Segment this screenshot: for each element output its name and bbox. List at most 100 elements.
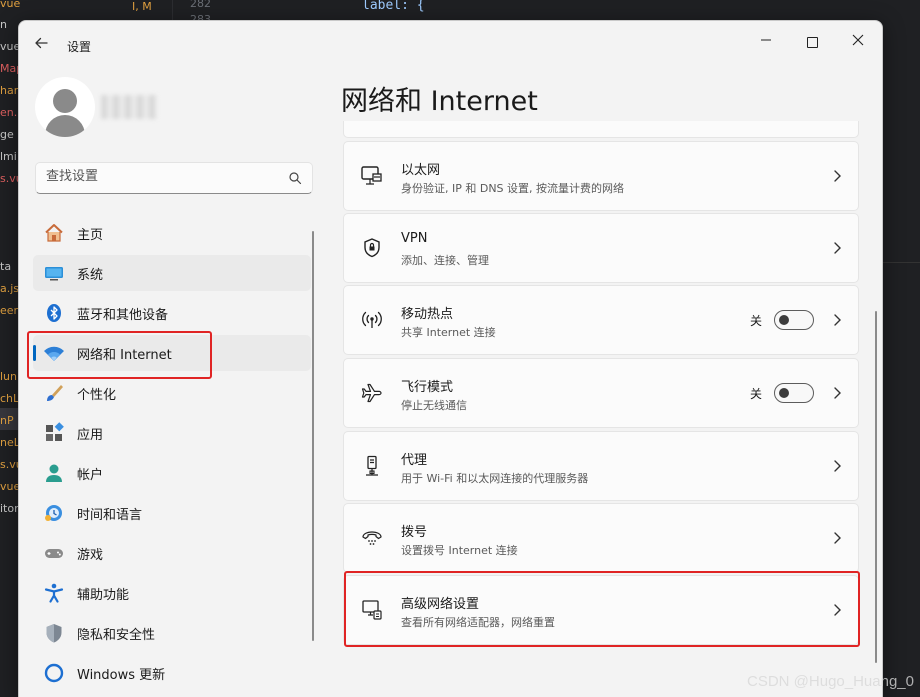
sidebar-item-label: 系统 [77, 268, 104, 283]
sidebar-item-label: 时间和语言 [77, 508, 143, 523]
sidebar-item-label: 辅助功能 [77, 588, 130, 603]
advanced-network-icon [360, 598, 384, 622]
card-title: VPN [401, 231, 428, 246]
selected-indicator [33, 345, 36, 361]
gamepad-icon [43, 542, 65, 564]
brush-icon [43, 382, 65, 404]
sidebar-item-label: 隐私和安全性 [77, 628, 156, 643]
sidebar-item-privacy[interactable]: 隐私和安全性 [33, 615, 311, 651]
content-scrollbar[interactable] [875, 311, 877, 663]
editor-file-name[interactable]: a.js [0, 282, 19, 295]
sidebar-item-label: 主页 [77, 228, 104, 243]
card-title: 飞行模式 [401, 380, 454, 395]
sidebar-item-network[interactable]: 网络和 Internet [33, 335, 311, 371]
editor-file-name[interactable]: ta [0, 260, 11, 273]
editor-file-name[interactable]: neL [0, 436, 20, 449]
editor-file-name[interactable]: nP [0, 414, 14, 427]
user-avatar[interactable] [35, 77, 95, 137]
chevron-right-icon [832, 240, 842, 254]
card-dial-up[interactable]: 拨号 设置拨号 Internet 连接 [343, 503, 859, 573]
vpn-shield-icon [360, 236, 384, 260]
sidebar-item-label: 游戏 [77, 548, 104, 563]
editor-file-name[interactable]: ge [0, 128, 14, 141]
toggle-knob [779, 315, 789, 325]
back-arrow-icon[interactable] [33, 35, 49, 55]
maximize-button[interactable] [789, 27, 835, 57]
sidebar-item-apps[interactable]: 应用 [33, 415, 311, 451]
home-icon [43, 222, 65, 244]
card-subtitle: 添加、连接、管理 [401, 254, 489, 267]
wifi-icon [43, 342, 65, 364]
editor-file-name[interactable]: eer [0, 304, 18, 317]
sidebar-item-accounts[interactable]: 帐户 [33, 455, 311, 491]
card-title: 代理 [401, 453, 428, 468]
sidebar-item-windows-update[interactable]: Windows 更新 [33, 655, 311, 691]
card-title: 移动热点 [401, 307, 454, 322]
sidebar-item-time-language[interactable]: 时间和语言 [33, 495, 311, 531]
editor-file-name[interactable]: lmi [0, 150, 17, 163]
settings-window: 设置 主页 系统 [18, 20, 883, 697]
editor-file-list: vue n vue Map hart en. ge lmi s.vu ta a.… [0, 0, 23, 696]
chevron-right-icon [832, 458, 842, 472]
sidebar-item-personalization[interactable]: 个性化 [33, 375, 311, 411]
sidebar-item-label: Windows 更新 [77, 668, 166, 683]
card-mobile-hotspot[interactable]: 移动热点 共享 Internet 连接 关 [343, 285, 859, 355]
card-vpn[interactable]: VPN 添加、连接、管理 [343, 213, 859, 283]
sidebar-item-accessibility[interactable]: 辅助功能 [33, 575, 311, 611]
airplane-icon [360, 381, 384, 405]
editor-file-name[interactable]: n [0, 18, 7, 31]
card-proxy[interactable]: 代理 用于 Wi-Fi 和以太网连接的代理服务器 [343, 431, 859, 501]
card-advanced-network-settings[interactable]: 高级网络设置 查看所有网络适配器，网络重置 [343, 575, 859, 645]
chevron-right-icon [832, 602, 842, 616]
time-language-icon [43, 502, 65, 524]
shield-icon [43, 622, 65, 644]
avatar-body-shape [45, 115, 85, 137]
toggle-state-label: 关 [749, 387, 762, 401]
sidebar-item-home[interactable]: 主页 [33, 215, 311, 251]
hotspot-icon [360, 308, 384, 332]
minimize-button[interactable] [743, 27, 789, 57]
windows-update-icon [43, 662, 65, 684]
chevron-right-icon [832, 530, 842, 544]
chevron-right-icon [832, 168, 842, 182]
card-airplane-mode[interactable]: 飞行模式 停止无线通信 关 [343, 358, 859, 428]
chevron-right-icon [832, 312, 842, 326]
window-title: 设置 [67, 40, 92, 54]
editor-line-number: 282 [190, 0, 211, 10]
card-title: 以太网 [401, 163, 441, 178]
close-button[interactable] [835, 27, 881, 57]
ethernet-icon [360, 164, 384, 188]
title-bar[interactable]: 设置 [19, 21, 882, 69]
page-title: 网络和 Internet [341, 86, 538, 117]
sidebar-item-gaming[interactable]: 游戏 [33, 535, 311, 571]
partial-card-above[interactable] [343, 121, 859, 138]
editor-file-name[interactable]: en. [0, 106, 17, 119]
card-subtitle: 设置拨号 Internet 连接 [401, 544, 518, 557]
sidebar-item-bluetooth[interactable]: 蓝牙和其他设备 [33, 295, 311, 331]
card-subtitle: 用于 Wi-Fi 和以太网连接的代理服务器 [401, 472, 589, 485]
blurred-username [101, 95, 157, 119]
sidebar-item-label: 个性化 [77, 388, 117, 403]
hotspot-toggle[interactable] [774, 310, 814, 330]
sidebar-scrollbar[interactable] [312, 231, 314, 641]
minimize-icon [760, 34, 772, 50]
card-subtitle: 查看所有网络适配器，网络重置 [401, 616, 555, 629]
editor-file-name[interactable]: itor [0, 502, 19, 515]
proxy-icon [360, 454, 384, 478]
sidebar-item-system[interactable]: 系统 [33, 255, 311, 291]
editor-git-status: I, M [132, 0, 152, 13]
editor-file-name[interactable]: lun [0, 370, 17, 383]
system-icon [43, 262, 65, 284]
search-icon[interactable] [288, 170, 302, 185]
search-box[interactable] [35, 162, 313, 194]
apps-icon [43, 422, 65, 444]
search-input[interactable] [46, 169, 276, 184]
card-ethernet[interactable]: 以太网 身份验证, IP 和 DNS 设置, 按流量计费的网络 [343, 141, 859, 211]
editor-code-line[interactable]: label: { [362, 0, 425, 13]
airplane-mode-toggle[interactable] [774, 383, 814, 403]
editor-file-name[interactable]: vue [0, 0, 20, 10]
card-title: 拨号 [401, 525, 428, 540]
account-icon [43, 462, 65, 484]
toggle-knob [779, 388, 789, 398]
sidebar-item-label: 帐户 [77, 468, 104, 483]
